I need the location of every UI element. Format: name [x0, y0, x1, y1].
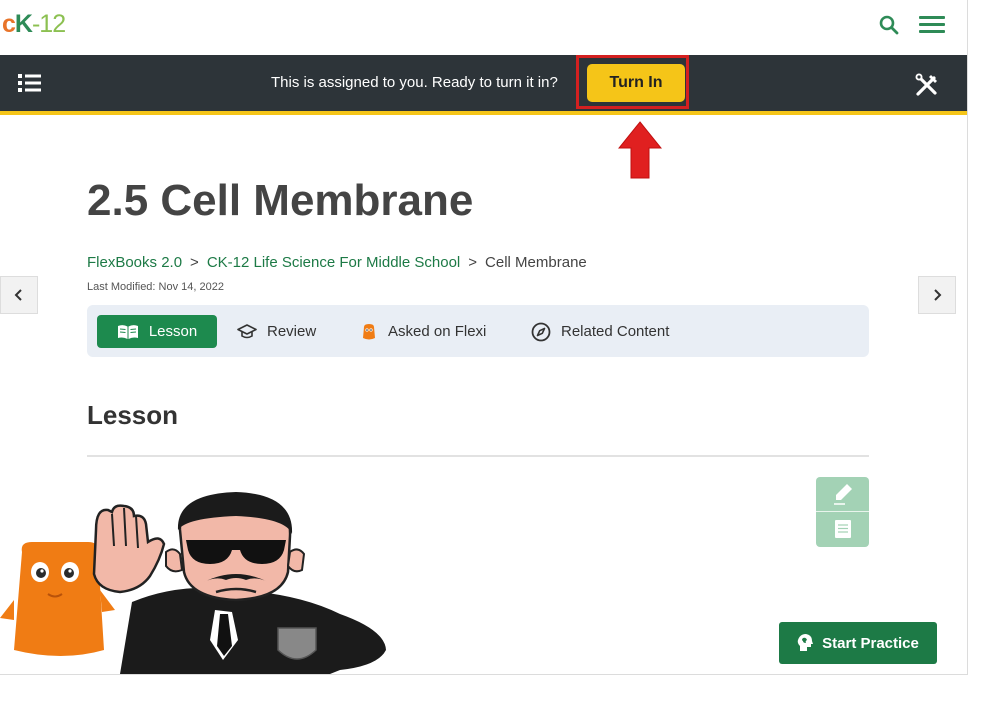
- table-of-contents-icon[interactable]: [18, 73, 42, 93]
- compass-icon: [531, 322, 551, 341]
- page-title: 2.5 Cell Membrane: [87, 176, 474, 225]
- book-icon: [117, 324, 138, 339]
- turn-in-button[interactable]: Turn In: [587, 64, 685, 102]
- breadcrumb-separator: >: [468, 254, 478, 271]
- pencil-icon[interactable]: [833, 483, 853, 505]
- graduation-cap-icon: [237, 323, 257, 338]
- chevron-left-icon: [14, 289, 22, 301]
- search-icon[interactable]: [878, 14, 900, 36]
- assignment-message: This is assigned to you. Ready to turn i…: [271, 74, 558, 91]
- tab-lesson[interactable]: Lesson: [97, 315, 217, 348]
- security-guard-icon: [92, 492, 386, 674]
- tab-label: Related Content: [561, 323, 670, 340]
- start-practice-button[interactable]: Start Practice: [779, 622, 937, 664]
- blocked-content-illustration: [0, 490, 400, 674]
- tab-label: Review: [267, 323, 317, 340]
- section-divider: [87, 455, 869, 457]
- start-practice-label: Start Practice: [822, 634, 919, 652]
- tab-asked-on-flexi[interactable]: Asked on Flexi: [360, 315, 486, 348]
- app-frame: cK-12 This is assigned to you. Ready to …: [0, 0, 968, 675]
- tools-icon[interactable]: [914, 72, 940, 98]
- notes-icon[interactable]: [834, 519, 852, 539]
- content-tabs: Lesson Review Asked on Flexi Related Con…: [87, 305, 869, 357]
- annotation-toolbar: [816, 477, 869, 547]
- tab-label: Asked on Flexi: [388, 323, 487, 340]
- head-brain-icon: [797, 634, 814, 651]
- breadcrumb-link-book[interactable]: CK-12 Life Science For Middle School: [207, 254, 460, 271]
- tab-label: Lesson: [148, 323, 198, 340]
- next-page-button[interactable]: [918, 276, 956, 314]
- section-title: Lesson: [87, 400, 179, 430]
- tab-review[interactable]: Review: [237, 315, 316, 348]
- breadcrumb-current: Cell Membrane: [485, 254, 587, 271]
- breadcrumb-link-flexbooks[interactable]: FlexBooks 2.0: [87, 254, 182, 271]
- hamburger-menu-icon[interactable]: [919, 16, 945, 36]
- red-up-arrow-icon: [617, 121, 663, 179]
- previous-page-button[interactable]: [0, 276, 38, 314]
- breadcrumb: FlexBooks 2.0 > CK-12 Life Science For Mid…: [87, 254, 587, 271]
- ck12-logo[interactable]: cK-12: [2, 10, 66, 39]
- tab-related-content[interactable]: Related Content: [531, 315, 669, 348]
- chevron-right-icon: [934, 289, 942, 301]
- flexi-icon: [363, 323, 375, 339]
- breadcrumb-separator: >: [190, 254, 199, 271]
- toolbar-divider: [816, 511, 869, 512]
- last-modified: Last Modified: Nov 14, 2022: [87, 281, 224, 293]
- assignment-bar: This is assigned to you. Ready to turn i…: [0, 55, 967, 115]
